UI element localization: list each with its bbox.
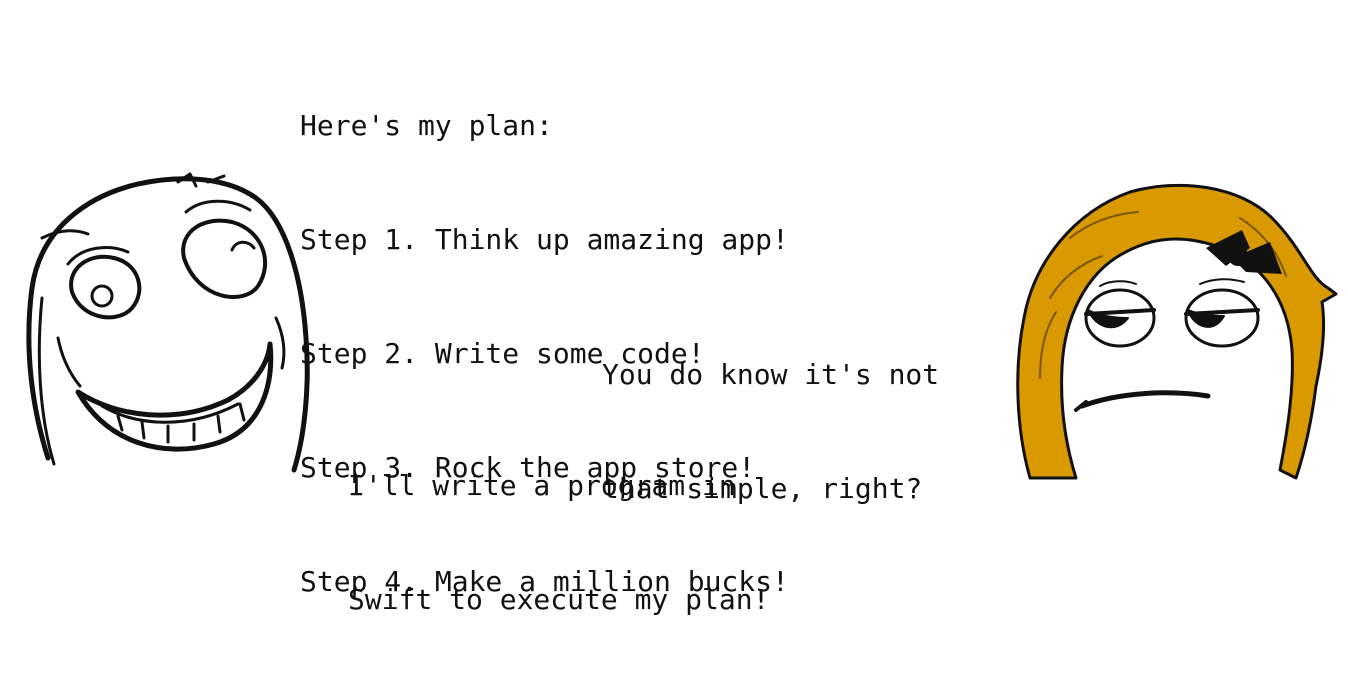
plan-step-1: Step 1. Think up amazing app! (300, 223, 789, 256)
reply-line-1: You do know it's not (602, 358, 940, 391)
program-line-2: Swift to execute my plan! (348, 583, 770, 616)
skeptical-girl-face-illustration (1016, 183, 1338, 480)
hair-shape (1016, 183, 1338, 480)
plan-heading: Here's my plan: (300, 109, 553, 142)
program-line-1: I'll write a program in (348, 469, 736, 502)
comic-panel: Here's my plan: Step 1. Think up amazing… (0, 0, 1348, 616)
grinning-rage-face-illustration (26, 172, 310, 473)
program-caption: I'll write a program in Swift to execute… (348, 391, 769, 695)
